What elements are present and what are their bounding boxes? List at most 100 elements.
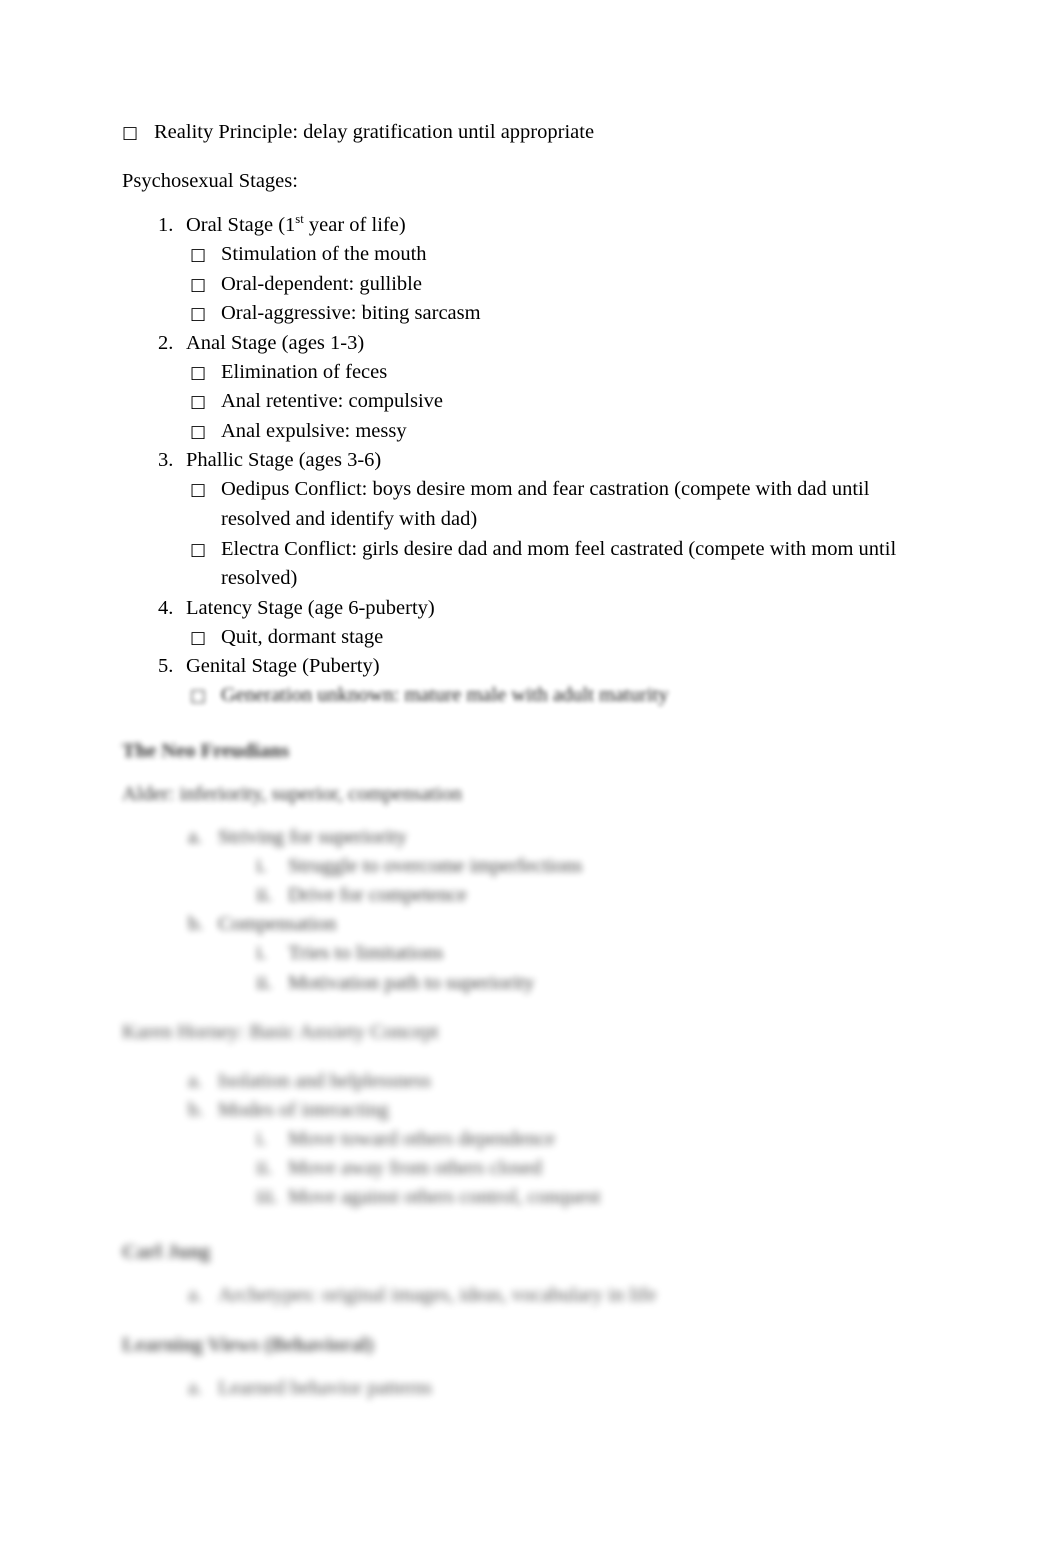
document-body: □ Reality Principle: delay gratification… <box>122 118 942 1403</box>
genital-stage-title: Genital Stage (Puberty) <box>186 655 380 678</box>
adler-item-2-sub-2: Motivation path to superiority <box>288 971 535 994</box>
horney-sub-3: Move against others control, conquest <box>288 1186 601 1209</box>
list-item: □ Oral-aggressive: biting sarcasm <box>190 299 942 329</box>
learning-views-heading: Learning Views (Behavioral) <box>122 1333 374 1356</box>
list-item-latency-stage: 4. Latency Stage (age 6-puberty) <box>158 594 942 623</box>
bullet-box-icon: □ <box>190 480 207 501</box>
list-item: □ Oral-dependent: gullible <box>190 270 942 300</box>
learning-item-1-text: Learned behavior patterns <box>218 1376 433 1399</box>
bullet-box-icon: □ <box>190 686 207 707</box>
list-item-genital-stage: 5. Genital Stage (Puberty) <box>158 652 942 681</box>
list-item: □ Quit, dormant stage <box>190 623 942 653</box>
list-marker: i. <box>256 942 267 965</box>
oral-stage-title: Oral Stage (1st year of life) <box>186 212 406 237</box>
phallic-stage-title: Phallic Stage (ages 3-6) <box>186 449 382 472</box>
list-item: □ Electra Conflict: girls desire dad and… <box>190 535 942 594</box>
genital-subpoint-1: Generation unknown: mature male with adu… <box>221 684 669 707</box>
list-item-oral-stage: 1. Oral Stage (1st year of life) <box>158 210 942 240</box>
list-marker: i. <box>256 1127 267 1150</box>
list-item: □ Generation unknown: mature male with a… <box>190 681 942 711</box>
bullet-box-icon: □ <box>190 392 207 413</box>
list-item: □ Stimulation of the mouth <box>190 240 942 270</box>
adler-item-1-text: Striving for superiority <box>218 826 408 848</box>
list-item: □ Anal retentive: compulsive <box>190 387 942 417</box>
oral-subpoint-3: Oral-aggressive: biting sarcasm <box>221 302 481 325</box>
adler-item-2-text: Compensation <box>218 913 337 936</box>
list-marker: a. <box>188 826 203 848</box>
reality-principle-text: Reality Principle: delay gratification u… <box>154 121 595 143</box>
jung-item-1-text: Archetypes: original images, ideas, voca… <box>218 1284 657 1307</box>
list-item: a. Archetypes: original images, ideas, v… <box>188 1281 942 1310</box>
list-item: a. Striving for superiority <box>188 823 942 852</box>
list-marker: 2. <box>158 331 174 354</box>
list-marker: a. <box>188 1376 203 1399</box>
oral-subpoint-2: Oral-dependent: gullible <box>221 272 422 295</box>
list-item: b. Compensation <box>188 910 942 939</box>
bullet-box-icon: □ <box>190 274 207 295</box>
list-item: a. Learned behavior patterns <box>188 1374 942 1403</box>
adler-item-1-sub-1: Struggle to overcome imperfections <box>288 855 583 878</box>
document-page: □ Reality Principle: delay gratification… <box>0 0 1062 1561</box>
list-marker: 5. <box>158 655 174 678</box>
list-item: ii. Motivation path to superiority <box>256 969 942 998</box>
bullet-box-icon: □ <box>190 627 207 648</box>
list-marker: ii. <box>256 884 273 907</box>
list-marker: ii. <box>256 1157 273 1180</box>
anal-subpoint-1: Elimination of feces <box>221 360 388 383</box>
list-item: iii. Move against others control, conque… <box>256 1183 942 1212</box>
list-item: □ Oedipus Conflict: boys desire mom and … <box>190 475 942 534</box>
list-item: i. Struggle to overcome imperfections <box>256 852 942 881</box>
list-item-anal-stage: 2. Anal Stage (ages 1-3) <box>158 329 942 358</box>
latency-subpoint-1: Quit, dormant stage <box>221 625 384 648</box>
horney-heading: Karen Horney: Basic Anxiety Concept <box>122 1020 439 1043</box>
bullet-box-icon: □ <box>190 539 207 560</box>
list-marker: 3. <box>158 449 174 472</box>
list-item: a. Isolation and helplessness <box>188 1067 942 1096</box>
list-marker: a. <box>188 1069 203 1092</box>
horney-sub-2: Move away from others closed <box>288 1157 542 1180</box>
horney-item-2-text: Modes of interacting <box>218 1098 389 1121</box>
list-item: ii. Move away from others closed <box>256 1154 942 1183</box>
list-item: □ Elimination of feces <box>190 358 942 388</box>
bullet-box-icon: □ <box>190 245 207 266</box>
list-marker: 4. <box>158 596 174 619</box>
electra-conflict-text: Electra Conflict: girls desire dad and m… <box>221 537 897 590</box>
anal-subpoint-3: Anal expulsive: messy <box>221 419 407 442</box>
list-marker: b. <box>188 1098 204 1121</box>
bullet-box-icon: □ <box>190 421 207 442</box>
bullet-box-icon: □ <box>190 304 207 325</box>
anal-stage-title: Anal Stage (ages 1-3) <box>186 331 365 354</box>
list-marker: b. <box>188 913 204 936</box>
list-item-phallic-stage: 3. Phallic Stage (ages 3-6) <box>158 446 942 475</box>
latency-stage-title: Latency Stage (age 6-puberty) <box>186 596 435 619</box>
list-marker: ii. <box>256 971 273 994</box>
oral-subpoint-1: Stimulation of the mouth <box>221 243 427 266</box>
oedipus-conflict-text: Oedipus Conflict: boys desire mom and fe… <box>221 478 870 530</box>
neo-freudians-heading: The Neo Freudians <box>122 739 290 762</box>
list-item-reality-principle: □ Reality Principle: delay gratification… <box>122 118 942 147</box>
list-marker: a. <box>188 1284 203 1307</box>
list-marker: 1. <box>158 214 174 237</box>
list-item: ii. Drive for competence <box>256 881 942 910</box>
bullet-box-icon: □ <box>190 362 207 383</box>
jung-heading: Carl Jung <box>122 1241 211 1264</box>
list-item: i. Tries to limitations <box>256 939 942 968</box>
bullet-box-icon: □ <box>122 123 139 143</box>
adler-intro-text: Alder: inferiority, superior, compensati… <box>122 782 462 805</box>
psychosexual-stages-heading: Psychosexual Stages: <box>122 170 298 193</box>
adler-item-2-sub-1: Tries to limitations <box>288 942 444 965</box>
list-marker: iii. <box>256 1186 279 1209</box>
adler-item-1-sub-2: Drive for competence <box>288 884 467 907</box>
list-item: □ Anal expulsive: messy <box>190 417 942 447</box>
list-marker: i. <box>256 855 267 878</box>
